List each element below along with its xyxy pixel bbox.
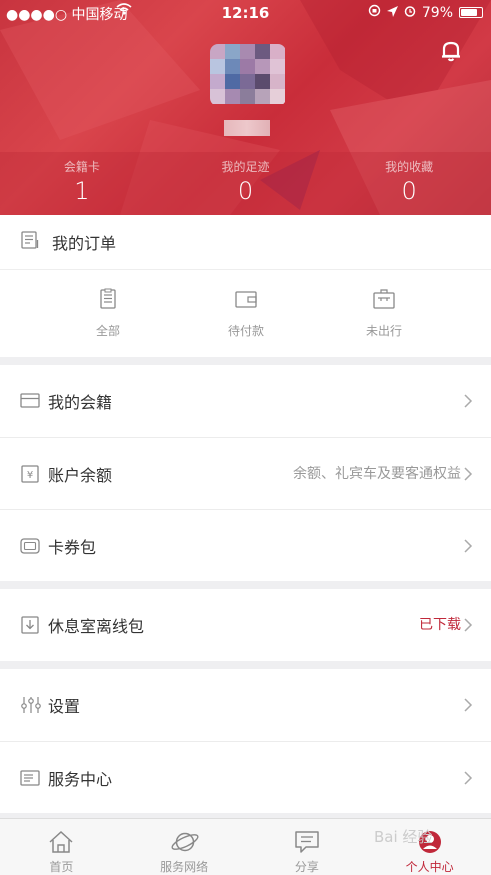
menu-label: 卡券包	[48, 538, 97, 557]
yuan-icon: ¥	[20, 464, 40, 484]
luggage-icon	[372, 289, 396, 314]
my-orders-title: 我的订单	[52, 234, 117, 253]
list-icon	[20, 768, 40, 788]
app-root: { "status_bar": { "carrier": "●●●●○ 中国移动…	[0, 0, 491, 875]
chevron-right-icon	[463, 393, 473, 409]
chevron-right-icon	[463, 770, 473, 786]
menu-settings[interactable]: 设置	[0, 669, 491, 741]
tab-share[interactable]: 分享	[246, 819, 369, 875]
order-upcoming-label: 未出行	[365, 324, 402, 338]
tab-service-network[interactable]: 服务网络	[123, 819, 246, 875]
download-icon	[20, 615, 40, 635]
order-unpaid-button[interactable]: 待付款	[206, 288, 286, 339]
profile-header: ●●●●○ 中国移动 12:16 79% 会籍卡 1 我的足迹 0 我的收藏 0	[0, 0, 491, 215]
stat-label: 我的收藏	[385, 160, 434, 174]
tab-label: 服务网络	[160, 860, 209, 874]
stat-footprints[interactable]: 我的足迹 0	[164, 152, 328, 215]
menu-label: 休息室离线包	[48, 617, 145, 636]
chat-icon	[293, 829, 321, 855]
menu-label: 账户余额	[48, 466, 113, 485]
menu-service-center[interactable]: 服务中心	[0, 741, 491, 813]
username-blurred	[224, 120, 270, 136]
orders-list-icon	[20, 230, 40, 254]
stat-value: 0	[401, 177, 417, 205]
tab-home[interactable]: 首页	[0, 819, 123, 875]
menu-label: 我的会籍	[48, 393, 113, 412]
status-bar: ●●●●○ 中国移动 12:16 79%	[0, 0, 491, 26]
chevron-right-icon	[463, 466, 473, 482]
balance-description: 余额、礼宾车及要客通权益	[293, 466, 461, 482]
location-icon	[386, 5, 398, 21]
battery-icon	[459, 7, 483, 18]
stat-favorites[interactable]: 我的收藏 0	[327, 152, 491, 215]
order-all-label: 全部	[95, 324, 120, 338]
status-right: 79%	[368, 4, 483, 21]
stat-value: 0	[237, 177, 254, 205]
chevron-right-icon	[463, 538, 473, 554]
stat-label: 会籍卡	[63, 160, 100, 174]
tab-label: 分享	[294, 860, 319, 874]
sliders-icon	[20, 695, 41, 715]
rotation-lock-icon	[368, 4, 381, 21]
tab-label: 首页	[49, 860, 74, 874]
my-orders-header[interactable]: 我的订单	[0, 215, 491, 270]
menu-coupons[interactable]: 卡券包	[0, 509, 491, 581]
tab-label: 个人中心	[405, 860, 454, 874]
card-icon	[20, 391, 40, 411]
watermark-text: Bai 经验	[374, 828, 433, 846]
avatar[interactable]	[210, 44, 286, 106]
coupon-icon	[20, 536, 40, 556]
alarm-icon	[404, 5, 416, 21]
stat-membership-cards[interactable]: 会籍卡 1	[0, 152, 164, 215]
download-status: 已下载	[419, 617, 461, 633]
planet-icon	[170, 829, 199, 855]
stat-value: 1	[74, 177, 90, 205]
menu-membership[interactable]: 我的会籍	[0, 365, 491, 437]
battery-percent: 79%	[421, 4, 453, 21]
order-shortcuts: 全部 待付款 未出行	[0, 270, 491, 357]
menu-balance[interactable]: ¥ 账户余额 余额、礼宾车及要客通权益	[0, 437, 491, 509]
order-upcoming-button[interactable]: 未出行	[344, 288, 424, 339]
menu-label: 服务中心	[48, 770, 113, 789]
order-all-button[interactable]: 全部	[68, 288, 148, 339]
svg-text:¥: ¥	[27, 470, 33, 481]
chevron-right-icon	[463, 697, 473, 713]
document-icon	[97, 288, 119, 314]
menu-label: 设置	[48, 697, 81, 716]
order-unpaid-label: 待付款	[227, 324, 264, 338]
profile-stats: 会籍卡 1 我的足迹 0 我的收藏 0	[0, 152, 491, 215]
wallet-icon	[234, 291, 258, 314]
menu-lounge-offline[interactable]: 休息室离线包 已下载	[0, 589, 491, 661]
chevron-right-icon	[463, 617, 473, 633]
notification-bell-icon[interactable]	[438, 38, 464, 64]
home-icon	[47, 829, 75, 855]
stat-label: 我的足迹	[221, 160, 270, 174]
